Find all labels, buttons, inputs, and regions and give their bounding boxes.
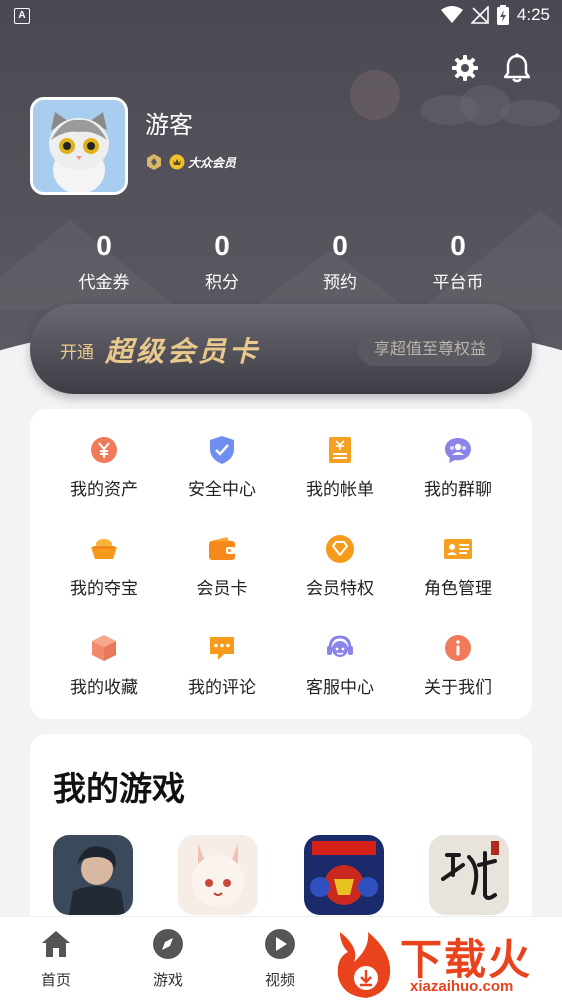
feature-menu-card: 我的资产 安全中心 我的帐单 我的群聊 我的夺宝 会员卡 会员特权 角色管理 我… — [30, 409, 532, 719]
status-bar: A 4:25 — [0, 0, 562, 32]
menu-item-group-chat[interactable]: 我的群聊 — [399, 435, 517, 500]
vip-title: 超级会员卡 — [105, 335, 261, 368]
menu-item-customer-service[interactable]: 客服中心 — [281, 633, 399, 698]
stat-label: 积分 — [205, 273, 239, 293]
yen-icon — [91, 437, 117, 463]
chat-group-icon — [445, 438, 471, 463]
menu-item-bills[interactable]: 我的帐单 — [281, 435, 399, 500]
menu-item-member-privileges[interactable]: 会员特权 — [281, 534, 399, 599]
menu-item-favorites[interactable]: 我的收藏 — [45, 633, 163, 698]
comment-icon — [210, 637, 234, 660]
stat-reservations[interactable]: 0 预约 — [281, 228, 399, 293]
menu-item-treasure[interactable]: 我的夺宝 — [45, 534, 163, 599]
menu-item-assets[interactable]: 我的资产 — [45, 435, 163, 500]
settings-button[interactable] — [450, 52, 480, 84]
game-icon[interactable] — [428, 835, 509, 915]
tab-label: 视频 — [264, 971, 295, 989]
stats-row: 0 代金券 0 积分 0 预约 0 平台币 — [45, 228, 517, 293]
app-notification-icon: A — [14, 8, 30, 24]
stat-value: 0 — [96, 230, 112, 261]
stat-label: 代金券 — [78, 273, 130, 293]
shield-icon — [210, 436, 234, 464]
site-watermark: 下载火 xiazaihuo.com — [330, 926, 558, 1000]
menu-label: 客服中心 — [306, 678, 374, 698]
super-vip-card-banner[interactable]: 开通 超级会员卡 享超值至尊权益 — [30, 304, 532, 394]
tab-games[interactable]: 游戏 — [138, 927, 198, 990]
game-thumbnail-4 — [428, 835, 509, 915]
menu-label: 我的收藏 — [70, 678, 138, 698]
menu-label: 会员卡 — [196, 579, 248, 599]
crown-icon — [169, 154, 185, 170]
stat-label: 预约 — [323, 273, 357, 293]
headset-icon — [327, 635, 353, 657]
stat-value: 0 — [450, 230, 466, 261]
diamond-icon — [326, 535, 354, 563]
menu-label: 我的帐单 — [306, 480, 374, 500]
treasure-icon — [91, 539, 117, 559]
my-games-card: 我的游戏 — [30, 734, 532, 934]
menu-label: 关于我们 — [424, 678, 492, 698]
status-time: 4:25 — [516, 5, 550, 24]
wallet-icon — [209, 537, 235, 560]
game-thumbnail-3 — [303, 835, 384, 915]
vip-prefix: 开通 — [60, 343, 94, 363]
bill-icon — [329, 437, 351, 463]
compass-icon — [153, 929, 183, 959]
menu-label: 我的评论 — [188, 678, 256, 698]
game-thumbnail-1 — [53, 835, 133, 915]
bell-icon — [504, 53, 530, 83]
menu-label: 角色管理 — [424, 579, 492, 599]
stat-points[interactable]: 0 积分 — [163, 228, 281, 293]
member-level-tag[interactable]: 大众会员 — [169, 154, 236, 171]
username[interactable]: 游客 — [145, 105, 193, 140]
stat-vouchers[interactable]: 0 代金券 — [45, 228, 163, 293]
stat-platform-coins[interactable]: 0 平台币 — [399, 228, 517, 293]
menu-item-comments[interactable]: 我的评论 — [163, 633, 281, 698]
cube-icon — [92, 635, 116, 661]
menu-item-about-us[interactable]: 关于我们 — [399, 633, 517, 698]
level-badge-icon — [147, 154, 161, 170]
info-icon — [445, 635, 471, 661]
flame-logo-icon — [337, 932, 391, 998]
wifi-icon — [440, 6, 463, 23]
menu-item-security[interactable]: 安全中心 — [163, 435, 281, 500]
game-icon[interactable] — [178, 835, 259, 915]
notifications-button[interactable] — [502, 52, 532, 84]
menu-label: 安全中心 — [188, 480, 256, 500]
menu-label: 我的资产 — [70, 480, 138, 500]
gear-icon — [452, 55, 478, 81]
play-icon — [265, 929, 295, 959]
stat-label: 平台币 — [432, 273, 484, 293]
watermark-url: xiazaihuo.com — [410, 978, 514, 995]
tab-label: 游戏 — [152, 971, 183, 989]
tab-home[interactable]: 首页 — [26, 927, 86, 990]
menu-label: 我的群聊 — [424, 480, 492, 500]
home-icon — [42, 931, 70, 957]
section-title: 我的游戏 — [53, 769, 185, 808]
battery-charging-icon — [496, 5, 509, 25]
id-card-icon — [444, 539, 472, 559]
game-thumbnail-2 — [178, 835, 259, 915]
cat-avatar-image — [33, 100, 125, 192]
tab-label: 首页 — [40, 971, 71, 989]
no-signal-icon — [470, 6, 489, 24]
stat-value: 0 — [332, 230, 348, 261]
menu-item-member-card[interactable]: 会员卡 — [163, 534, 281, 599]
avatar[interactable] — [30, 97, 128, 195]
vip-benefits-button[interactable]: 享超值至尊权益 — [357, 332, 502, 366]
game-icon[interactable] — [53, 835, 133, 915]
menu-item-role-management[interactable]: 角色管理 — [399, 534, 517, 599]
tab-videos[interactable]: 视频 — [250, 927, 310, 990]
menu-label: 会员特权 — [306, 579, 374, 599]
menu-label: 我的夺宝 — [70, 579, 138, 599]
stat-value: 0 — [214, 230, 230, 261]
member-level-label: 大众会员 — [188, 155, 237, 170]
game-icon[interactable] — [303, 835, 384, 915]
